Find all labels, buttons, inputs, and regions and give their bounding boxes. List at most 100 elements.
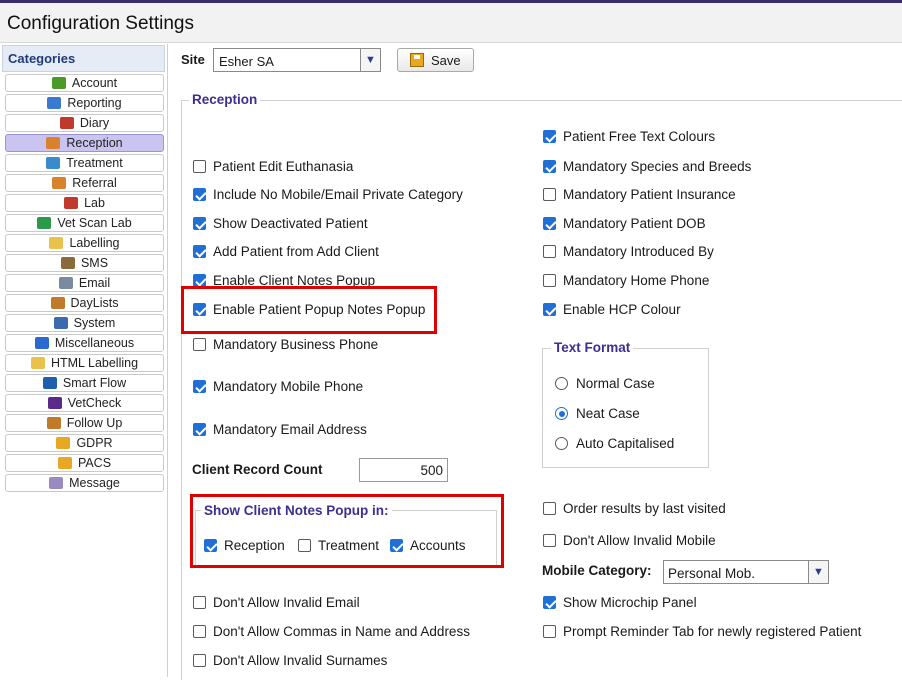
option-label: Mandatory Patient DOB: [563, 216, 706, 231]
checkbox-order-results-by-last-visited[interactable]: Order results by last visited: [543, 501, 726, 516]
checkbox-mandatory-business-phone[interactable]: Mandatory Business Phone: [193, 337, 378, 352]
site-dropdown[interactable]: Esher SA ▼: [213, 48, 381, 72]
pacs-icon: [57, 457, 72, 469]
sidebar-item-sms[interactable]: SMS: [5, 254, 164, 272]
system-icon: [53, 317, 68, 329]
sidebar-item-referral[interactable]: Referral: [5, 174, 164, 192]
checkbox-mandatory-introduced-by[interactable]: Mandatory Introduced By: [543, 244, 714, 259]
checkbox-indicator[interactable]: [193, 338, 206, 351]
checkbox-add-patient-from-add-client[interactable]: Add Patient from Add Client: [193, 244, 379, 259]
option-label: Mandatory Introduced By: [563, 244, 714, 259]
option-label: Don't Allow Invalid Mobile: [563, 533, 716, 548]
floppy-disk-icon: [410, 53, 424, 67]
checkbox-mandatory-home-phone[interactable]: Mandatory Home Phone: [543, 273, 709, 288]
sidebar-item-gdpr[interactable]: GDPR: [5, 434, 164, 452]
checkbox-indicator[interactable]: [543, 217, 556, 230]
checkbox-indicator[interactable]: [193, 245, 206, 258]
vetcheck-icon: [47, 397, 62, 409]
sidebar-item-diary[interactable]: Diary: [5, 114, 164, 132]
sidebar-item-vet-scan-lab[interactable]: Vet Scan Lab: [5, 214, 164, 232]
checkbox-enable-hcp-colour[interactable]: Enable HCP Colour: [543, 302, 681, 317]
sidebar-item-follow-up[interactable]: Follow Up: [5, 414, 164, 432]
checkbox-don-t-allow-commas-in-name-and-address[interactable]: Don't Allow Commas in Name and Address: [193, 624, 470, 639]
sidebar-item-vetcheck[interactable]: VetCheck: [5, 394, 164, 412]
checkbox-indicator[interactable]: [193, 596, 206, 609]
sidebar-item-smart-flow[interactable]: Smart Flow: [5, 374, 164, 392]
checkbox-indicator[interactable]: [193, 160, 206, 173]
checkbox-indicator[interactable]: [543, 160, 556, 173]
save-button-label: Save: [431, 52, 461, 68]
sidebar-item-labelling[interactable]: Labelling: [5, 234, 164, 252]
message-icon: [49, 477, 64, 489]
checkbox-indicator[interactable]: [193, 654, 206, 667]
radio-neat-case[interactable]: Neat Case: [555, 406, 640, 421]
checkbox-mandatory-patient-dob[interactable]: Mandatory Patient DOB: [543, 216, 706, 231]
checkbox-indicator[interactable]: [193, 625, 206, 638]
checkbox-mandatory-patient-insurance[interactable]: Mandatory Patient Insurance: [543, 187, 736, 202]
sidebar-item-html-labelling[interactable]: HTML Labelling: [5, 354, 164, 372]
checkbox-indicator[interactable]: [193, 217, 206, 230]
checkbox-indicator[interactable]: [193, 188, 206, 201]
checkbox-mandatory-species-and-breeds[interactable]: Mandatory Species and Breeds: [543, 159, 751, 174]
account-icon: [51, 77, 66, 89]
radio-indicator[interactable]: [555, 437, 568, 450]
sidebar-item-label: DayLists: [70, 296, 119, 310]
radio-indicator[interactable]: [555, 407, 568, 420]
vet-scan-lab-icon: [37, 217, 52, 229]
radio-indicator[interactable]: [555, 377, 568, 390]
option-label: Show Microchip Panel: [563, 595, 697, 610]
sidebar-item-system[interactable]: System: [5, 314, 164, 332]
checkbox-prompt-reminder-tab-for-newly-registered-patient[interactable]: Prompt Reminder Tab for newly registered…: [543, 624, 861, 639]
checkbox-indicator[interactable]: [543, 188, 556, 201]
checkbox-show-microchip-panel[interactable]: Show Microchip Panel: [543, 595, 697, 610]
checkbox-indicator[interactable]: [543, 303, 556, 316]
categories-header-label: Categories: [8, 51, 76, 66]
checkbox-indicator[interactable]: [543, 625, 556, 638]
sms-icon: [60, 257, 75, 269]
checkbox-indicator[interactable]: [543, 245, 556, 258]
mobile-category-dropdown[interactable]: Personal Mob. ▼: [663, 560, 829, 584]
radio-normal-case[interactable]: Normal Case: [555, 376, 655, 391]
sidebar-item-message[interactable]: Message: [5, 474, 164, 492]
checkbox-don-t-allow-invalid-mobile[interactable]: Don't Allow Invalid Mobile: [543, 533, 716, 548]
checkbox-mandatory-mobile-phone[interactable]: Mandatory Mobile Phone: [193, 379, 363, 394]
chevron-down-icon[interactable]: ▼: [808, 561, 828, 583]
text-format-legend: Text Format: [551, 340, 634, 355]
sidebar-item-label: HTML Labelling: [50, 356, 139, 370]
checkbox-indicator[interactable]: [543, 534, 556, 547]
sidebar-item-label: Lab: [84, 196, 105, 210]
checkbox-patient-edit-euthanasia[interactable]: Patient Edit Euthanasia: [193, 159, 353, 174]
checkbox-show-deactivated-patient[interactable]: Show Deactivated Patient: [193, 216, 368, 231]
sidebar-item-pacs[interactable]: PACS: [5, 454, 164, 472]
checkbox-don-t-allow-invalid-surnames[interactable]: Don't Allow Invalid Surnames: [193, 653, 387, 668]
option-label: Neat Case: [576, 406, 640, 421]
sidebar-item-account[interactable]: Account: [5, 74, 164, 92]
checkbox-indicator[interactable]: [543, 274, 556, 287]
checkbox-mandatory-email-address[interactable]: Mandatory Email Address: [193, 422, 367, 437]
html-labelling-icon: [30, 357, 45, 369]
sidebar-item-treatment[interactable]: Treatment: [5, 154, 164, 172]
checkbox-indicator[interactable]: [193, 423, 206, 436]
checkbox-include-no-mobile-email-private-category[interactable]: Include No Mobile/Email Private Category: [193, 187, 463, 202]
checkbox-don-t-allow-invalid-email[interactable]: Don't Allow Invalid Email: [193, 595, 360, 610]
chevron-down-icon[interactable]: ▼: [360, 49, 380, 71]
checkbox-indicator[interactable]: [193, 380, 206, 393]
checkbox-indicator[interactable]: [543, 130, 556, 143]
sidebar-item-label: PACS: [77, 456, 112, 470]
sidebar-item-lab[interactable]: Lab: [5, 194, 164, 212]
sidebar-item-daylists[interactable]: DayLists: [5, 294, 164, 312]
sidebar-item-reporting[interactable]: Reporting: [5, 94, 164, 112]
sidebar-item-label: Email: [78, 276, 111, 290]
sidebar-item-reception[interactable]: Reception: [5, 134, 164, 152]
save-button[interactable]: Save: [397, 48, 474, 72]
sidebar-item-miscellaneous[interactable]: Miscellaneous: [5, 334, 164, 352]
checkbox-indicator[interactable]: [543, 502, 556, 515]
radio-auto-capitalised[interactable]: Auto Capitalised: [555, 436, 674, 451]
client-record-count-input[interactable]: 500: [359, 458, 448, 482]
checkbox-patient-free-text-colours[interactable]: Patient Free Text Colours: [543, 129, 715, 144]
option-label: Don't Allow Invalid Surnames: [213, 653, 388, 668]
sidebar-item-email[interactable]: Email: [5, 274, 164, 292]
title-bar: Configuration Settings: [0, 3, 902, 43]
categories-sidebar: Categories Account Reporting Diary Receptio…: [0, 44, 168, 677]
checkbox-indicator[interactable]: [543, 596, 556, 609]
